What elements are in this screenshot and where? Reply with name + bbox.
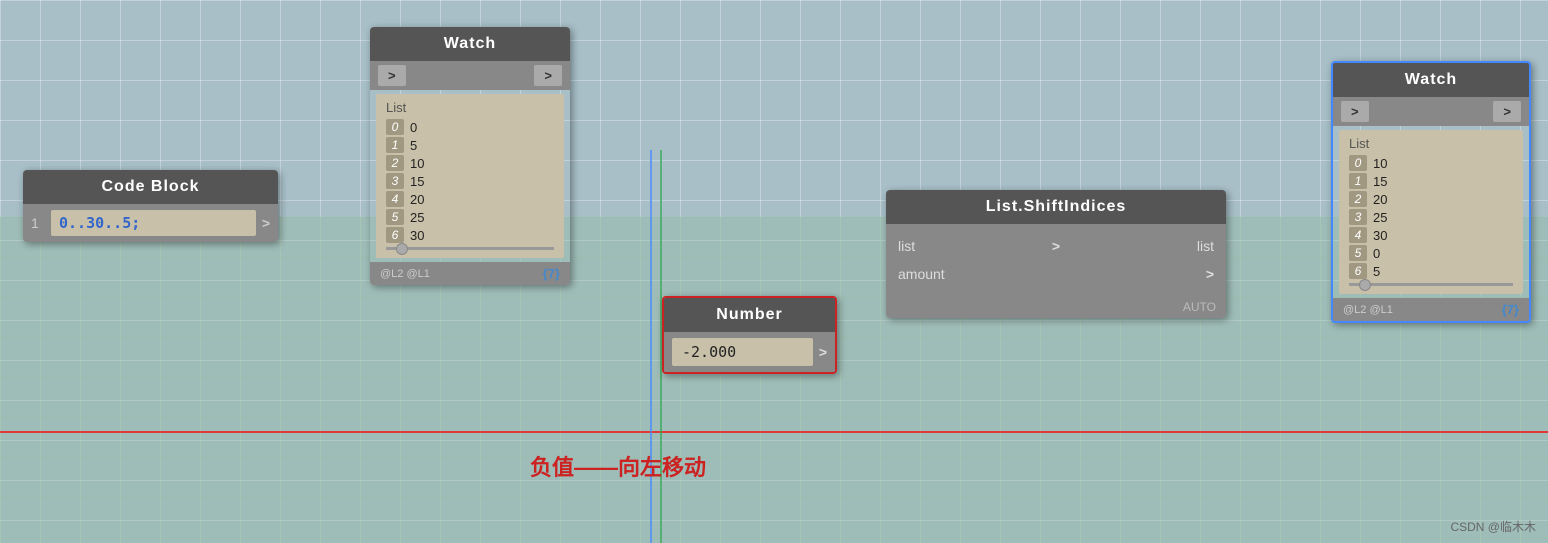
watch1-slider-thumb[interactable] [396, 243, 408, 255]
grid-perspective [0, 217, 1548, 543]
watch1-list-title: List [386, 100, 554, 115]
code-block-index: 1 [31, 215, 45, 231]
list-item: 50 [1349, 245, 1513, 261]
number-node: Number -2.000 > [662, 296, 837, 374]
annotation-text: 负值——向左移动 [530, 450, 706, 482]
shift-list-arrow[interactable]: > [1052, 238, 1060, 254]
list-value: 0 [1373, 246, 1380, 261]
list-value: 10 [1373, 156, 1387, 171]
list-item: 2 20 [1349, 191, 1513, 207]
list-value: 20 [410, 192, 424, 207]
list-index: 4 [386, 191, 404, 207]
list-item: 0 10 [1349, 155, 1513, 171]
watch2-left-port[interactable]: > [1341, 101, 1369, 122]
list-index: 0 [386, 119, 404, 135]
list-index: 2 [386, 155, 404, 171]
list-value: 30 [410, 228, 424, 243]
shift-body: list > list amount > [886, 224, 1226, 296]
list-item: 00 [386, 119, 554, 135]
list-item: 1 15 [1349, 173, 1513, 189]
watch2-header: Watch [1333, 63, 1529, 97]
watch1-list-items: 0015210315420525630 [386, 119, 554, 243]
list-index: 6 [1349, 263, 1367, 279]
code-block-output-port[interactable]: > [262, 215, 270, 231]
list-index: 5 [386, 209, 404, 225]
code-block-node: Code Block 1 0..30..5; > [23, 170, 278, 242]
watch1-ports: > > [370, 61, 570, 90]
list-index: 6 [386, 227, 404, 243]
watch-node-1: Watch > > List 0015210315420525630 @L2 @… [370, 27, 570, 285]
list-item: 5 25 [386, 209, 554, 225]
code-block-body: 1 0..30..5; > [23, 204, 278, 242]
list-value: 5 [1373, 264, 1380, 279]
number-value[interactable]: -2.000 [672, 338, 813, 366]
x-axis [0, 431, 1548, 433]
shift-list-port-row: list > list [898, 232, 1214, 260]
watch2-right-port[interactable]: > [1493, 101, 1521, 122]
watch1-header: Watch [370, 27, 570, 61]
shift-auto-label: AUTO [1183, 300, 1216, 314]
shift-list-out-label: list [1197, 238, 1214, 254]
list-index: 4 [1349, 227, 1367, 243]
watch2-footer-labels: @L2 @L1 [1343, 304, 1393, 316]
list-item: 6 30 [386, 227, 554, 243]
watch1-list: List 0015210315420525630 [376, 94, 564, 258]
list-value: 25 [410, 210, 424, 225]
watch2-slider[interactable] [1349, 283, 1513, 286]
shift-list-in-label: list [898, 238, 915, 254]
grid-background [0, 0, 1548, 543]
watch2-list-title: List [1349, 136, 1513, 151]
shift-amount-in-label: amount [898, 266, 945, 282]
watch1-slider[interactable] [386, 247, 554, 250]
number-body: -2.000 > [664, 332, 835, 372]
list-index: 1 [1349, 173, 1367, 189]
watch1-footer-count: {7} [543, 266, 560, 281]
watch-node-2: Watch > > List 0101152203254305065 @L2 @… [1331, 61, 1531, 323]
code-block-header: Code Block [23, 170, 278, 204]
code-block-code[interactable]: 0..30..5; [51, 210, 256, 236]
list-item: 15 [386, 137, 554, 153]
number-output-port[interactable]: > [819, 344, 827, 360]
shift-amount-arrow[interactable]: > [1206, 266, 1214, 282]
list-value: 10 [410, 156, 424, 171]
list-item: 3 25 [1349, 209, 1513, 225]
watch2-list-items: 0101152203254305065 [1349, 155, 1513, 279]
watermark: CSDN @临木木 [1450, 518, 1536, 535]
watch2-slider-thumb[interactable] [1359, 279, 1371, 291]
shift-footer: AUTO [886, 296, 1226, 318]
shift-indices-node: List.ShiftIndices list > list amount > A… [886, 190, 1226, 318]
list-index: 0 [1349, 155, 1367, 171]
list-index: 2 [1349, 191, 1367, 207]
watch1-left-port[interactable]: > [378, 65, 406, 86]
list-item: 4 30 [1349, 227, 1513, 243]
list-value: 15 [1373, 174, 1387, 189]
list-index: 1 [386, 137, 404, 153]
watch2-footer-count: {7} [1502, 302, 1519, 317]
watch2-footer: @L2 @L1 {7} [1333, 298, 1529, 321]
watch2-ports: > > [1333, 97, 1529, 126]
list-item: 65 [1349, 263, 1513, 279]
z-axis-blue [650, 150, 652, 543]
list-index: 5 [1349, 245, 1367, 261]
watch1-footer-labels: @L2 @L1 [380, 268, 430, 280]
list-value: 30 [1373, 228, 1387, 243]
list-value: 15 [410, 174, 424, 189]
list-index: 3 [386, 173, 404, 189]
list-item: 3 15 [386, 173, 554, 189]
list-value: 20 [1373, 192, 1387, 207]
list-value: 5 [410, 138, 417, 153]
number-header: Number [664, 298, 835, 332]
shift-header: List.ShiftIndices [886, 190, 1226, 224]
list-item: 2 10 [386, 155, 554, 171]
watch1-footer: @L2 @L1 {7} [370, 262, 570, 285]
list-item: 4 20 [386, 191, 554, 207]
watch1-right-port[interactable]: > [534, 65, 562, 86]
watch2-list: List 0101152203254305065 [1339, 130, 1523, 294]
list-index: 3 [1349, 209, 1367, 225]
list-value: 25 [1373, 210, 1387, 225]
list-value: 0 [410, 120, 417, 135]
shift-amount-port-row: amount > [898, 260, 1214, 288]
